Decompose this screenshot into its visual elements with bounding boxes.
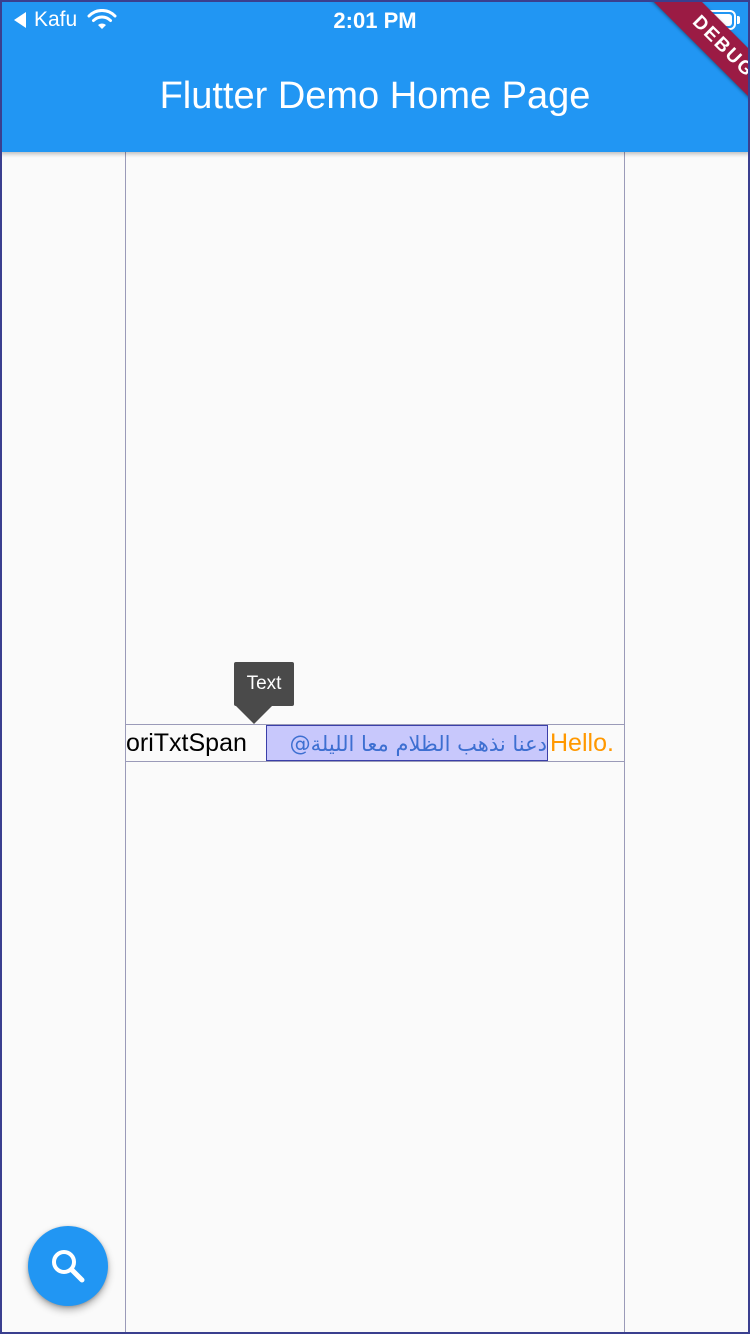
app-bar: Kafu 2:01 PM Flutter Demo Home Page DEBU… [0,0,750,152]
status-bar: Kafu 2:01 PM [0,0,750,40]
search-icon [52,1250,85,1283]
tooltip-arrow [236,706,272,724]
status-time: 2:01 PM [333,8,417,33]
text-span-ori[interactable]: oriTxtSpan [126,725,266,761]
text-span-hello[interactable]: Hello. [550,725,624,761]
tooltip: Text [234,662,294,706]
rich-text-row: oriTxtSpan دعنا نذهب الظلام معا الليلة@ … [125,724,625,762]
text-span-arabic-selected[interactable]: دعنا نذهب الظلام معا الليلة@ [266,725,548,761]
battery-tip [737,16,740,24]
page-title: Flutter Demo Home Page [159,75,591,117]
search-fab-button[interactable] [28,1226,108,1306]
